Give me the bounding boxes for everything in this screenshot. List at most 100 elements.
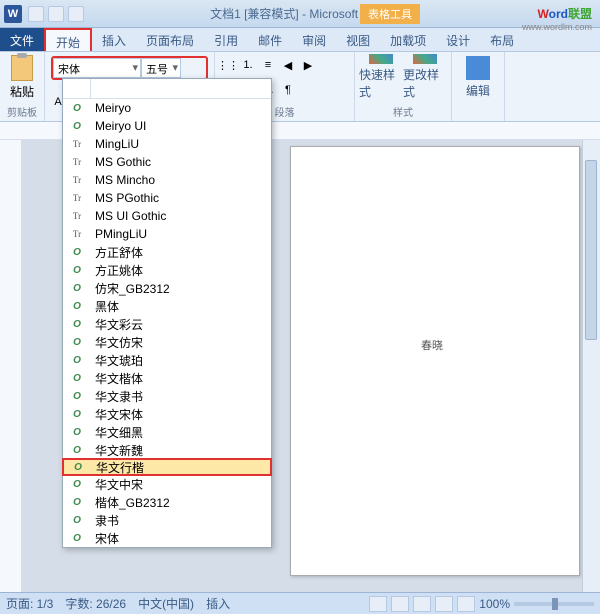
tab-references[interactable]: 引用	[204, 28, 248, 51]
table-tools-tab[interactable]: 表格工具	[360, 4, 420, 24]
view-print-button[interactable]	[369, 596, 387, 612]
font-option-13[interactable]: O华文仿宋	[63, 333, 271, 351]
font-option-6[interactable]: TrMS UI Gothic	[63, 207, 271, 225]
tab-review[interactable]: 审阅	[292, 28, 336, 51]
font-option-label: 华文隶书	[91, 388, 271, 405]
undo-button[interactable]	[48, 6, 64, 22]
font-option-17[interactable]: O华文宋体	[63, 405, 271, 423]
font-option-label: Meiryo UI	[91, 119, 271, 133]
tab-layout[interactable]: 布局	[480, 28, 524, 51]
tab-page-layout[interactable]: 页面布局	[136, 28, 204, 51]
document-text[interactable]: 春晓	[421, 337, 443, 353]
tab-addins[interactable]: 加载项	[380, 28, 436, 51]
opentype-icon: O	[63, 391, 91, 402]
view-read-button[interactable]	[391, 596, 409, 612]
font-option-3[interactable]: TrMS Gothic	[63, 153, 271, 171]
styles-group-label: 样式	[359, 104, 447, 119]
font-option-14[interactable]: O华文琥珀	[63, 351, 271, 369]
document-page[interactable]: 春晓	[290, 146, 580, 576]
tab-insert[interactable]: 插入	[92, 28, 136, 51]
redo-button[interactable]	[68, 6, 84, 22]
font-name-select[interactable]: 宋体	[53, 58, 141, 78]
font-option-9[interactable]: O方正姚体	[63, 261, 271, 279]
tab-home[interactable]: 开始	[44, 28, 92, 51]
status-page[interactable]: 页面: 1/3	[6, 595, 53, 612]
app-icon[interactable]: W	[4, 5, 22, 23]
font-option-18[interactable]: O华文细黑	[63, 423, 271, 441]
font-size-select[interactable]: 五号	[141, 58, 181, 78]
font-option-1[interactable]: OMeiryo UI	[63, 117, 271, 135]
multilevel-button[interactable]: ≡	[259, 56, 277, 74]
clipboard-group-label: 剪贴板	[4, 104, 40, 119]
vertical-scrollbar[interactable]	[582, 140, 600, 592]
view-draft-button[interactable]	[457, 596, 475, 612]
font-option-20[interactable]: O华文行楷	[62, 458, 272, 476]
opentype-icon: O	[63, 301, 91, 312]
font-option-24[interactable]: O宋体	[63, 529, 271, 547]
font-option-19[interactable]: O华文新魏	[63, 441, 271, 459]
tab-design[interactable]: 设计	[436, 28, 480, 51]
paste-label: 粘贴	[10, 83, 34, 100]
font-option-8[interactable]: O方正舒体	[63, 243, 271, 261]
opentype-icon: O	[63, 103, 91, 114]
font-option-label: 华文细黑	[91, 424, 271, 441]
font-option-label: 楷体_GB2312	[91, 494, 271, 511]
truetype-icon: Tr	[63, 175, 91, 185]
quick-styles-icon	[369, 54, 393, 64]
font-option-0[interactable]: OMeiryo	[63, 99, 271, 117]
font-option-21[interactable]: O华文中宋	[63, 475, 271, 493]
edit-button[interactable]: 编辑	[456, 54, 500, 100]
opentype-icon: O	[63, 427, 91, 438]
opentype-icon: O	[63, 373, 91, 384]
font-option-7[interactable]: TrPMingLiU	[63, 225, 271, 243]
tab-view[interactable]: 视图	[336, 28, 380, 51]
tab-mailings[interactable]: 邮件	[248, 28, 292, 51]
opentype-icon: O	[63, 497, 91, 508]
font-option-16[interactable]: O华文隶书	[63, 387, 271, 405]
font-option-label: 华文仿宋	[91, 334, 271, 351]
group-styles: 快速样式 更改样式 样式	[355, 52, 452, 121]
quick-styles-button[interactable]: 快速样式	[359, 54, 403, 100]
font-controls-highlighted: 宋体 五号	[51, 56, 208, 80]
font-option-label: 华文新魏	[91, 442, 271, 459]
font-option-10[interactable]: O仿宋_GB2312	[63, 279, 271, 297]
numbering-button[interactable]: 1.	[239, 56, 257, 74]
indent-inc-button[interactable]: ▶	[299, 56, 317, 74]
font-option-label: Meiryo	[91, 101, 271, 115]
opentype-icon: O	[63, 515, 91, 526]
font-option-23[interactable]: O隶书	[63, 511, 271, 529]
status-mode[interactable]: 插入	[206, 595, 230, 612]
bullets-button[interactable]: ⋮⋮	[219, 56, 237, 74]
font-option-4[interactable]: TrMS Mincho	[63, 171, 271, 189]
font-option-label: 华文彩云	[91, 316, 271, 333]
quick-access-toolbar	[28, 6, 84, 22]
font-option-2[interactable]: TrMingLiU	[63, 135, 271, 153]
opentype-icon: O	[63, 319, 91, 330]
vertical-ruler[interactable]	[0, 140, 22, 592]
tab-file[interactable]: 文件	[0, 28, 44, 51]
view-web-button[interactable]	[413, 596, 431, 612]
opentype-icon: O	[63, 445, 91, 456]
font-option-label: 宋体	[91, 530, 271, 547]
font-option-22[interactable]: O楷体_GB2312	[63, 493, 271, 511]
scroll-thumb[interactable]	[585, 160, 597, 340]
font-option-12[interactable]: O华文彩云	[63, 315, 271, 333]
indent-dec-button[interactable]: ◀	[279, 56, 297, 74]
status-lang[interactable]: 中文(中国)	[138, 595, 194, 612]
view-outline-button[interactable]	[435, 596, 453, 612]
save-button[interactable]	[28, 6, 44, 22]
paste-button[interactable]: 粘贴	[4, 54, 40, 100]
font-dropdown: OMeiryoOMeiryo UITrMingLiUTrMS GothicTrM…	[62, 78, 272, 548]
font-option-label: 隶书	[91, 512, 271, 529]
font-option-11[interactable]: O黑体	[63, 297, 271, 315]
clipboard-icon	[11, 55, 33, 81]
show-marks-button[interactable]: ¶	[279, 81, 297, 99]
change-styles-button[interactable]: 更改样式	[403, 54, 447, 100]
group-clipboard: 粘贴 剪贴板	[0, 52, 45, 121]
opentype-icon: O	[63, 355, 91, 366]
font-option-15[interactable]: O华文楷体	[63, 369, 271, 387]
zoom-slider[interactable]	[514, 602, 594, 606]
zoom-level[interactable]: 100%	[479, 597, 510, 611]
font-option-5[interactable]: TrMS PGothic	[63, 189, 271, 207]
status-words[interactable]: 字数: 26/26	[65, 595, 126, 612]
